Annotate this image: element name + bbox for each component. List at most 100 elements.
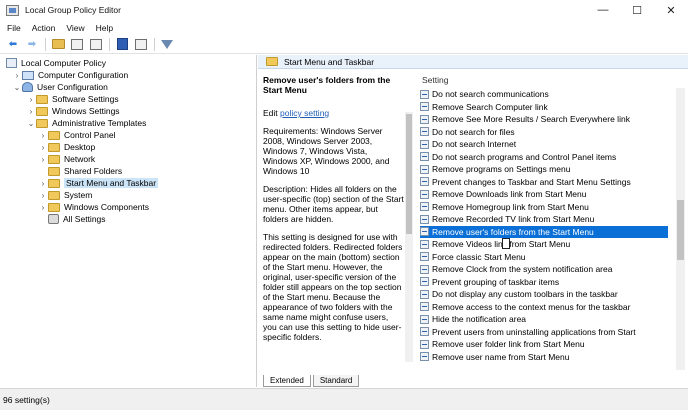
settings-scrollbar-thumb[interactable] — [677, 200, 684, 260]
setting-row[interactable]: Remove Recorded TV link from Start Menu — [420, 213, 668, 225]
tree-item-windows-settings[interactable]: › Windows Settings — [26, 105, 120, 117]
title-bar: Local Group Policy Editor — ☐ ✕ — [0, 0, 688, 20]
tree-item-label: Shared Folders — [64, 166, 123, 176]
setting-label: Remove user folder link from Start Menu — [432, 339, 585, 349]
setting-label: Do not display any custom toolbars in th… — [432, 289, 618, 299]
settings-list: Do not search communications Remove Searc… — [420, 88, 675, 368]
tree-item-label: Administrative Templates — [52, 118, 147, 128]
setting-row[interactable]: Remove user's folders from the Start Men… — [420, 225, 668, 238]
menu-help[interactable]: Help — [96, 23, 113, 33]
setting-row[interactable]: Remove user folder link from Start Menu — [420, 338, 668, 350]
chevron-right-icon[interactable]: › — [38, 191, 48, 200]
tree-item-label: User Configuration — [37, 82, 108, 92]
filter-icon[interactable] — [158, 37, 176, 52]
tree-item-control-panel[interactable]: › Control Panel — [38, 129, 116, 141]
setting-row[interactable]: Remove Clock from the system notificatio… — [420, 263, 668, 275]
description-scrollbar-thumb[interactable] — [406, 114, 412, 234]
menu-action[interactable]: Action — [32, 23, 56, 33]
setting-title: Remove user's folders from the Start Men… — [263, 75, 391, 95]
policy-setting-icon — [420, 227, 429, 236]
policy-setting-icon — [420, 114, 429, 124]
tree-item-windows-components[interactable]: › Windows Components — [38, 201, 149, 213]
setting-row[interactable]: Do not search for files — [420, 126, 668, 138]
policy-setting-icon — [420, 152, 429, 161]
chevron-right-icon[interactable]: › — [38, 203, 48, 212]
folder-icon — [48, 154, 60, 164]
description-text: Description: Hides all folders on the us… — [263, 184, 404, 224]
tree-item-local-computer-policy[interactable]: Local Computer Policy — [6, 57, 106, 69]
menu-file[interactable]: File — [7, 23, 21, 33]
tree-item-computer-configuration[interactable]: › Computer Configuration — [12, 69, 129, 81]
setting-row[interactable]: Remove access to the context menus for t… — [420, 301, 668, 313]
properties-icon[interactable] — [132, 37, 150, 52]
setting-row[interactable]: Prevent users from uninstalling applicat… — [420, 326, 668, 338]
tab-extended[interactable]: Extended — [263, 375, 311, 387]
help-book-icon[interactable] — [113, 37, 131, 52]
chevron-down-icon[interactable]: ⌄ — [12, 83, 22, 92]
tree-item-shared-folders[interactable]: Shared Folders — [38, 165, 122, 177]
tree-item-start-menu-and-taskbar[interactable]: › Start Menu and Taskbar — [38, 177, 159, 189]
setting-row[interactable]: Remove See More Results / Search Everywh… — [420, 113, 668, 125]
minimize-button[interactable]: — — [586, 0, 620, 20]
tree-item-desktop[interactable]: › Desktop — [38, 141, 96, 153]
all-settings-icon — [48, 214, 59, 224]
setting-label: Remove access to the context menus for t… — [432, 301, 631, 312]
setting-row[interactable]: Hide the notification area — [420, 313, 668, 325]
setting-row[interactable]: Remove user name from Start Menu — [420, 351, 668, 363]
settings-scrollbar[interactable] — [676, 88, 685, 370]
status-bar: 96 setting(s) — [0, 388, 688, 410]
tree-item-administrative-templates[interactable]: ⌄ Administrative Templates — [26, 117, 147, 129]
folder-icon — [48, 142, 60, 152]
forward-arrow-icon[interactable]: ➡ — [23, 37, 41, 52]
setting-label: Remove Recorded TV link from Start Menu — [432, 214, 595, 224]
tree-item-user-configuration[interactable]: ⌄ User Configuration — [12, 81, 108, 93]
setting-row[interactable]: Remove Search Computer link — [420, 101, 668, 113]
chevron-right-icon[interactable]: › — [12, 71, 22, 80]
policy-setting-icon — [420, 177, 429, 186]
setting-row[interactable]: Remove programs on Settings menu — [420, 163, 668, 175]
window-title: Local Group Policy Editor — [25, 5, 121, 15]
window-controls: — ☐ ✕ — [586, 0, 688, 20]
setting-row[interactable]: Remove Homegroup link from Start Menu — [420, 201, 668, 213]
setting-row[interactable]: Remove Downloads link from Start Menu — [420, 188, 668, 200]
setting-row[interactable]: Prevent changes to Taskbar and Start Men… — [420, 176, 668, 188]
policy-setting-link[interactable]: policy setting — [280, 108, 329, 118]
setting-row[interactable]: Do not search communications — [420, 88, 668, 100]
show-hide-tree-icon[interactable] — [68, 37, 86, 52]
maximize-button[interactable]: ☐ — [620, 0, 654, 20]
tree-item-label: Control Panel — [64, 130, 116, 140]
tree-item-network[interactable]: › Network — [38, 153, 96, 165]
chevron-right-icon[interactable]: › — [38, 143, 48, 152]
up-folder-icon[interactable] — [49, 37, 67, 52]
setting-label: Do not search communications — [432, 89, 549, 99]
setting-row[interactable]: Do not display any custom toolbars in th… — [420, 288, 668, 300]
policy-setting-icon — [420, 102, 429, 111]
tree-item-label: System — [64, 190, 93, 200]
policy-setting-icon — [420, 264, 429, 274]
setting-row[interactable]: Do not search Internet — [420, 138, 668, 150]
chevron-right-icon[interactable]: › — [38, 131, 48, 140]
setting-column-header[interactable]: Setting — [418, 73, 678, 87]
chevron-right-icon[interactable]: › — [38, 179, 48, 188]
setting-row[interactable]: Do not search programs and Control Panel… — [420, 151, 668, 163]
back-arrow-icon[interactable]: ⬅ — [4, 37, 22, 52]
policy-setting-icon — [420, 189, 429, 199]
tab-standard[interactable]: Standard — [312, 375, 360, 387]
chevron-right-icon[interactable]: › — [26, 107, 36, 116]
setting-row[interactable]: Prevent grouping of taskbar items — [420, 276, 668, 288]
tree-item-system[interactable]: › System — [38, 189, 93, 201]
setting-row[interactable]: Force classic Start Menu — [420, 251, 668, 263]
chevron-down-icon[interactable]: ⌄ — [26, 119, 36, 128]
close-button[interactable]: ✕ — [654, 0, 688, 20]
export-list-icon[interactable] — [87, 37, 105, 52]
menu-view[interactable]: View — [66, 23, 84, 33]
setting-row[interactable]: Remove Videos link from Start Menu — [420, 238, 668, 250]
tree-item-software-settings[interactable]: › Software Settings — [26, 93, 119, 105]
description-scrollbar[interactable] — [405, 112, 413, 362]
chevron-right-icon[interactable]: › — [38, 155, 48, 164]
chevron-right-icon[interactable]: › — [26, 95, 36, 104]
policy-setting-icon — [420, 252, 429, 261]
policy-setting-icon — [420, 277, 429, 286]
mouse-cursor-icon — [502, 238, 510, 249]
tree-item-all-settings[interactable]: All Settings — [38, 213, 106, 225]
